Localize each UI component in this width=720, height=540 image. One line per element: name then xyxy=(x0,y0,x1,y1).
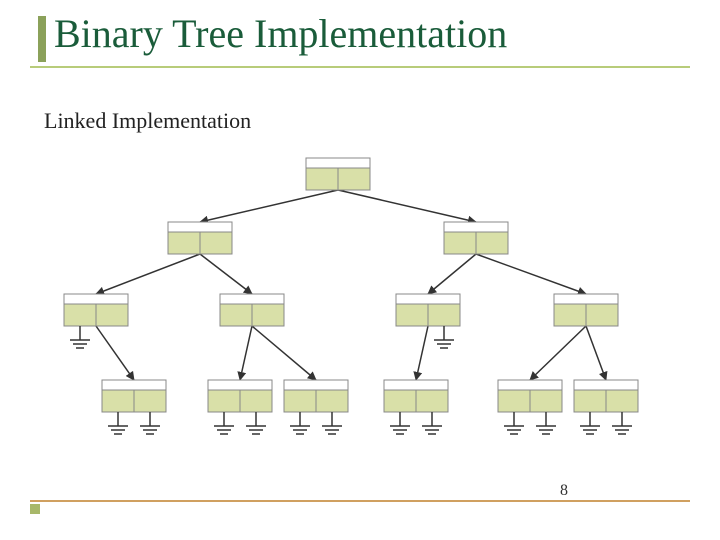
tree-node xyxy=(168,222,232,254)
edge xyxy=(476,254,586,294)
tree-node xyxy=(396,294,460,326)
tree-node xyxy=(284,380,348,412)
tree-node xyxy=(444,222,508,254)
edge xyxy=(428,254,476,294)
ground-icon xyxy=(70,326,90,348)
ground-icon xyxy=(580,412,632,434)
edge xyxy=(200,190,338,222)
edge xyxy=(240,326,252,380)
tree-node xyxy=(498,380,562,412)
tree-node xyxy=(102,380,166,412)
tree-diagram xyxy=(0,0,720,540)
tree-node xyxy=(220,294,284,326)
edge xyxy=(96,254,200,294)
edge xyxy=(586,326,606,380)
nodes xyxy=(64,158,638,412)
ground-icon xyxy=(504,412,556,434)
edge xyxy=(416,326,428,380)
ground-icon xyxy=(434,326,454,348)
edge xyxy=(200,254,252,294)
ground-icon xyxy=(290,412,342,434)
tree-node xyxy=(554,294,618,326)
tree-node xyxy=(306,158,370,190)
bottom-rule xyxy=(30,500,690,502)
edge xyxy=(530,326,586,380)
tree-node xyxy=(384,380,448,412)
ground-icon xyxy=(108,412,160,434)
edge xyxy=(96,326,134,380)
ground-icon xyxy=(214,412,266,434)
ground-icon xyxy=(390,412,442,434)
tree-node xyxy=(64,294,128,326)
edge xyxy=(252,326,316,380)
bottom-accent xyxy=(30,504,40,514)
tree-node xyxy=(574,380,638,412)
edge xyxy=(338,190,476,222)
edges xyxy=(96,190,606,380)
page-number: 8 xyxy=(560,482,568,500)
tree-node xyxy=(208,380,272,412)
